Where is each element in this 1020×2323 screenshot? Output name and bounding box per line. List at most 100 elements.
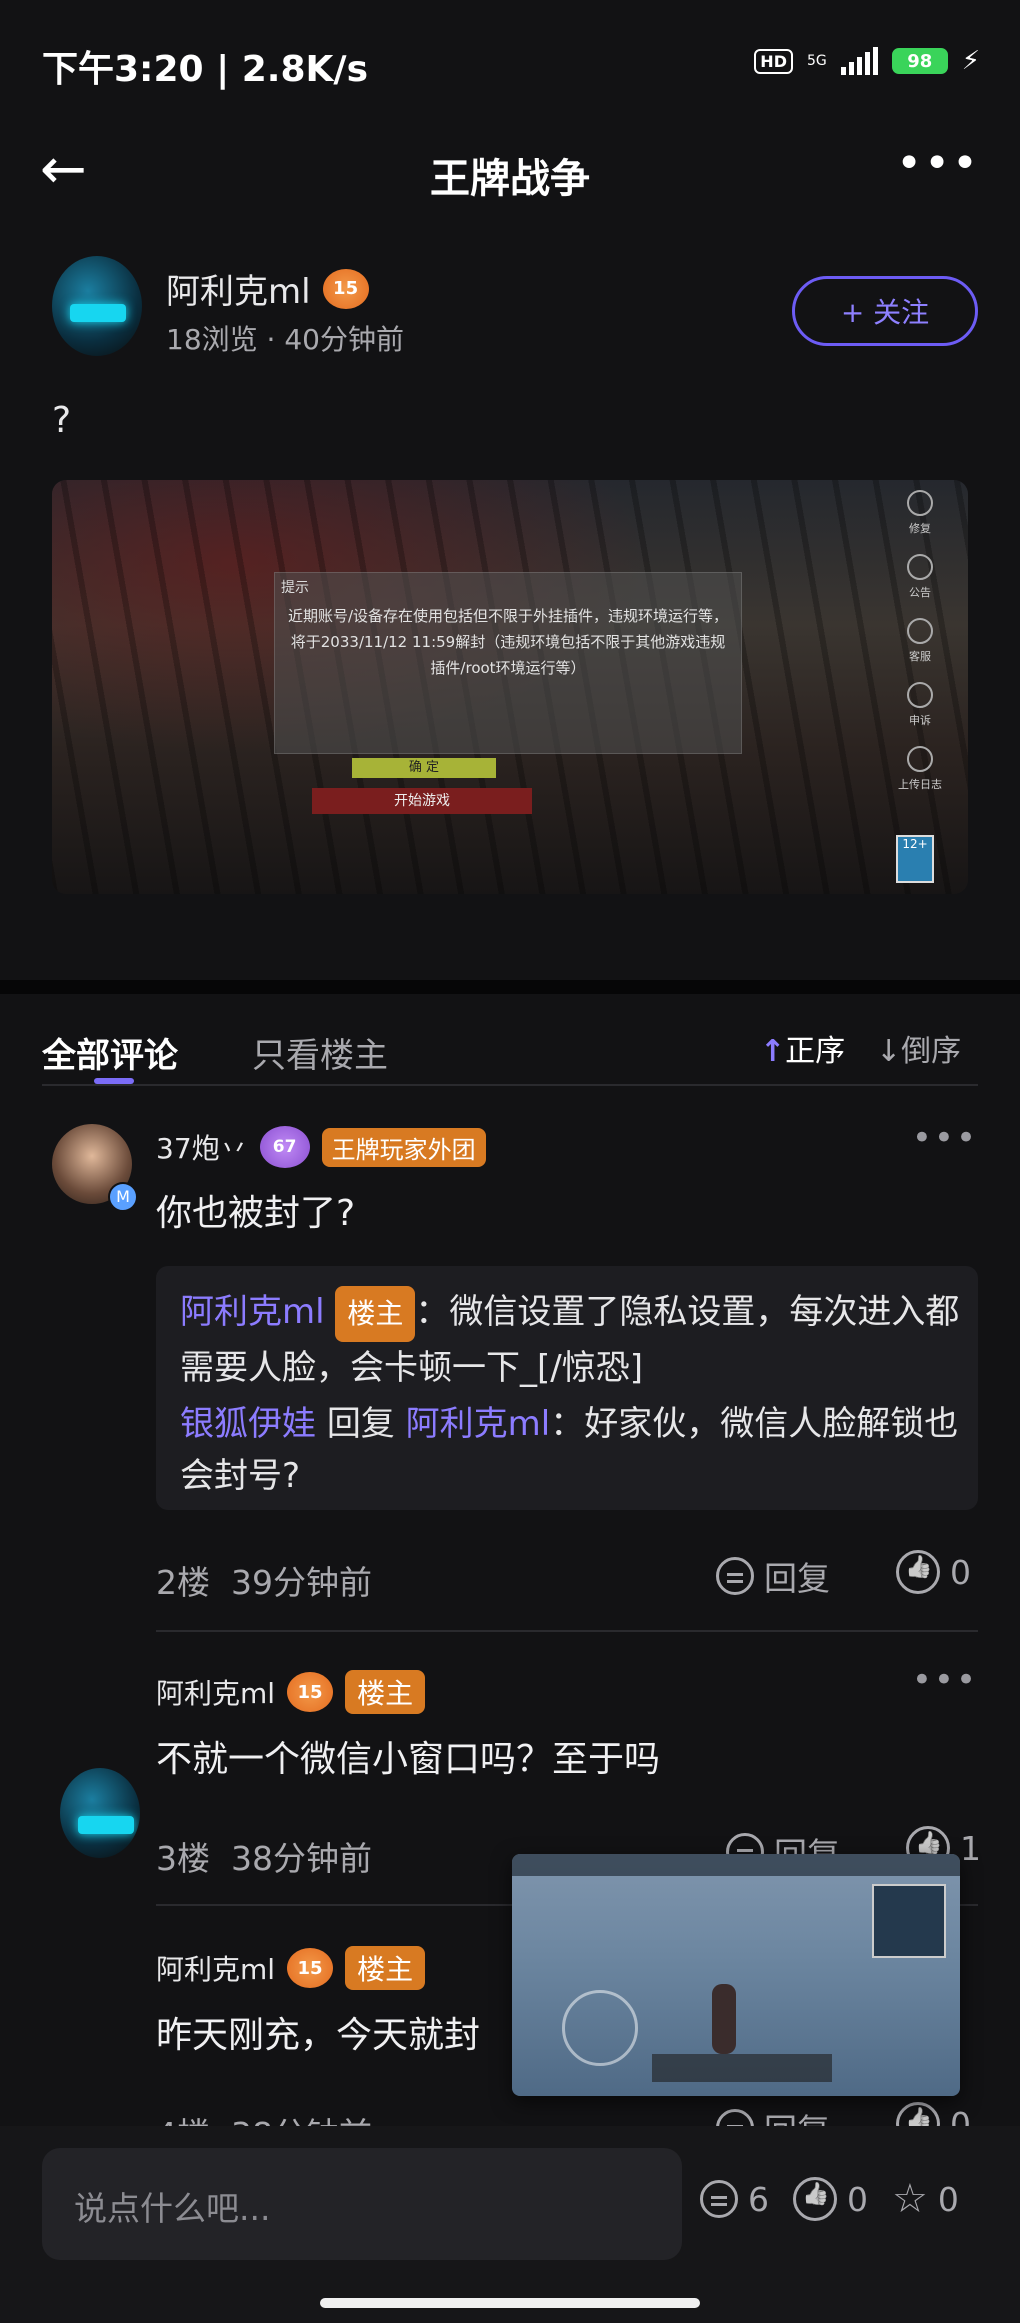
reply-line: 银狐伊娃 回复 阿利克ml：好家伙，微信人脸解锁也会封号?: [180, 1398, 970, 1502]
side-item: 申诉: [890, 682, 950, 728]
comment-header: 阿利克ml 15 楼主: [156, 1946, 426, 1990]
reply-user[interactable]: 银狐伊娃: [180, 1404, 316, 1444]
comment-avatar[interactable]: [60, 1768, 140, 1858]
joystick-icon: [562, 1990, 638, 2066]
like-count: 0: [847, 2179, 868, 2219]
post-meta: 18浏览 · 40分钟前: [166, 323, 404, 356]
follow-button[interactable]: + 关注: [792, 276, 978, 346]
author-name[interactable]: 阿利克ml: [166, 264, 311, 313]
reply-sep: ：: [550, 1404, 585, 1444]
side-item: 公告: [890, 554, 950, 600]
start-game: 开始游戏: [312, 788, 532, 814]
more-icon[interactable]: •••: [896, 138, 980, 189]
level-badge: 15: [287, 1672, 334, 1712]
author-name-row: 阿利克ml 15: [166, 264, 369, 313]
comment-author[interactable]: 阿利克ml: [156, 1672, 275, 1712]
op-badge: 楼主: [345, 1670, 426, 1714]
like-button[interactable]: 0: [793, 2177, 868, 2221]
comment-meta: 2楼 39分钟前: [156, 1556, 372, 1604]
comment-author[interactable]: 37炮丷: [156, 1127, 248, 1167]
game-character: [712, 1984, 736, 2054]
author-avatar[interactable]: [52, 256, 142, 356]
floating-video-window[interactable]: [512, 1854, 960, 2096]
ban-dialog: 提示 近期账号/设备存在使用包括但不限于外挂插件，违规环境运行等，将于2033/…: [274, 572, 742, 754]
level-badge: 67: [259, 1126, 310, 1168]
like-count: 1: [960, 1828, 981, 1868]
status-icons: HD 5G 98 ⚡: [754, 46, 980, 76]
hd-icon: HD: [754, 48, 793, 74]
level-badge: 15: [322, 268, 369, 309]
age-rating: 12+: [896, 835, 934, 883]
comment-header: 阿利克ml 15 楼主: [156, 1670, 426, 1714]
game-hud-bar: [512, 1854, 960, 1876]
comment-icon: [700, 2180, 738, 2218]
comment-time: 38分钟前: [230, 1839, 372, 1878]
section-divider: [0, 980, 1020, 994]
network-label: 5G: [806, 53, 827, 69]
side-menu: 修复 公告 客服 申诉 上传日志: [890, 490, 950, 810]
status-time: 下午3:20 | 2.8K/s: [42, 49, 369, 90]
comment-author[interactable]: 阿利克ml: [156, 1948, 275, 1988]
comment-tabs: 全部评论 只看楼主 ↑正序 ↓倒序: [0, 994, 1020, 1086]
dialog-title: 提示: [281, 580, 309, 596]
comment-header: 37炮丷 67 王牌玩家外团: [156, 1126, 486, 1168]
side-item: 上传日志: [890, 746, 950, 792]
post-stats: 6 0 ☆0: [700, 2176, 959, 2222]
reply-button[interactable]: 回复: [716, 1552, 830, 1600]
battery-icon: 98: [891, 48, 948, 74]
reply-sep: ：: [415, 1292, 450, 1332]
tabs-underline: [42, 1084, 978, 1086]
like-button[interactable]: 0: [896, 1550, 971, 1594]
post-text: ?: [52, 400, 72, 441]
comment-time: 39分钟前: [230, 1563, 372, 1602]
reply-user[interactable]: 阿利克ml: [180, 1292, 325, 1332]
comment-icon: [716, 1557, 754, 1595]
tab-op-only[interactable]: 只看楼主: [252, 1028, 388, 1077]
status-bar: 下午3:20 | 2.8K/s HD 5G 98 ⚡: [0, 0, 1020, 120]
reply-verb: 回复: [326, 1404, 395, 1444]
reply-label: 回复: [764, 1559, 830, 1598]
minimap: [872, 1884, 946, 1958]
comment-divider: [156, 1630, 978, 1632]
comment-more-icon[interactable]: •••: [912, 1118, 978, 1158]
post-image[interactable]: 提示 近期账号/设备存在使用包括但不限于外挂插件，违规环境运行等，将于2033/…: [52, 480, 968, 894]
comments-button[interactable]: 6: [700, 2180, 769, 2219]
bottom-bar: 说点什么吧... 6 0 ☆0: [0, 2126, 1020, 2323]
dialog-body: 近期账号/设备存在使用包括但不限于外挂插件，违规环境运行等，将于2033/11/…: [287, 607, 729, 677]
comment-input-placeholder: 说点什么吧...: [74, 2189, 271, 2228]
sort-asc[interactable]: ↑正序: [760, 1026, 845, 1070]
home-indicator[interactable]: [320, 2298, 700, 2308]
like-icon: [896, 1550, 940, 1594]
side-item: 客服: [890, 618, 950, 664]
favorite-button[interactable]: ☆ 0: [892, 2176, 959, 2222]
level-badge: 15: [287, 1948, 334, 1988]
arrow-up-icon: ↑: [760, 1034, 786, 1069]
arrow-down-icon: ↓: [876, 1034, 902, 1069]
charging-icon: ⚡: [961, 46, 980, 76]
item-slots: [652, 2054, 832, 2082]
floor-number: 3楼: [156, 1839, 210, 1878]
like-count: 0: [950, 1552, 971, 1592]
tab-all-comments[interactable]: 全部评论: [42, 1028, 178, 1077]
sort-desc[interactable]: ↓倒序: [876, 1026, 961, 1070]
floor-number: 2楼: [156, 1563, 210, 1602]
sort-desc-label: 倒序: [901, 1034, 962, 1069]
reply-line: 阿利克ml 楼主 ：微信设置了隐私设置，每次进入都需要人脸，会卡顿一下_[/惊恐]: [180, 1286, 970, 1394]
comment-more-icon[interactable]: •••: [912, 1660, 978, 1700]
op-badge: 楼主: [335, 1286, 416, 1342]
reply-target[interactable]: 阿利克ml: [406, 1404, 551, 1444]
sort-asc-label: 正序: [785, 1034, 846, 1069]
page-title: 王牌战争: [430, 156, 590, 202]
side-item: 修复: [890, 490, 950, 536]
comment-meta: 3楼 38分钟前: [156, 1832, 372, 1880]
signal-icon: [840, 47, 878, 75]
comment-text: 不就一个微信小窗口吗？至于吗: [156, 1739, 661, 1780]
comment-text: 昨天刚充，今天就封: [156, 2015, 481, 2056]
reply-box[interactable]: 阿利克ml 楼主 ：微信设置了隐私设置，每次进入都需要人脸，会卡顿一下_[/惊恐]…: [156, 1266, 978, 1510]
star-icon: ☆: [892, 2176, 928, 2222]
comment-input[interactable]: 说点什么吧...: [42, 2148, 682, 2260]
member-icon: M: [108, 1182, 138, 1212]
favorite-count: 0: [937, 2179, 959, 2219]
op-badge: 楼主: [345, 1946, 426, 1990]
group-badge: 王牌玩家外团: [321, 1127, 486, 1167]
